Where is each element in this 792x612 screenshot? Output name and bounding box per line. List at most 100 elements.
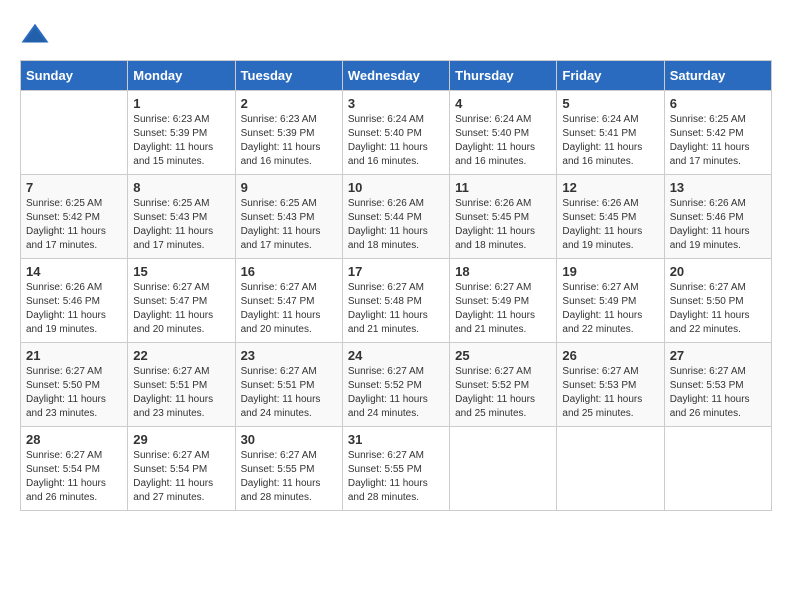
- calendar-cell: 28 Sunrise: 6:27 AMSunset: 5:54 PMDayligh…: [21, 427, 128, 511]
- calendar-cell: 15Sunrise: 6:27 AMSunset: 5:47 PMDayligh…: [128, 259, 235, 343]
- day-number: 21: [26, 348, 122, 363]
- day-detail: Sunrise: 6:26 AMSunset: 5:46 PMDaylight:…: [670, 197, 766, 253]
- day-detail: Sunrise: 6:26 AMSunset: 5:46 PMDaylight:…: [26, 281, 122, 337]
- calendar-table: SundayMondayTuesdayWednesdayThursdayFrid…: [20, 60, 772, 511]
- header-monday: Monday: [128, 61, 235, 91]
- day-number: 27: [670, 348, 766, 363]
- calendar-cell: 4 Sunrise: 6:24 AMSunset: 5:40 PMDaylight…: [450, 91, 557, 175]
- calendar-week-1: 1 Sunrise: 6:23 AMSunset: 5:39 PMDaylight…: [21, 91, 772, 175]
- day-number: 19: [562, 264, 658, 279]
- day-detail: Sunrise: 6:25 AMSunset: 5:43 PMDaylight:…: [241, 197, 337, 253]
- day-detail: Sunrise: 6:27 AMSunset: 5:53 PMDaylight:…: [562, 365, 658, 421]
- calendar-week-3: 14Sunrise: 6:26 AMSunset: 5:46 PMDayligh…: [21, 259, 772, 343]
- day-number: 26: [562, 348, 658, 363]
- day-number: 31: [348, 432, 444, 447]
- day-detail: Sunrise: 6:27 AMSunset: 5:50 PMDaylight:…: [26, 365, 122, 421]
- calendar-cell: 19 Sunrise: 6:27 AMSunset: 5:49 PMDayligh…: [557, 259, 664, 343]
- day-number: 30: [241, 432, 337, 447]
- day-detail: Sunrise: 6:26 AMSunset: 5:44 PMDaylight:…: [348, 197, 444, 253]
- calendar-cell: 9 Sunrise: 6:25 AMSunset: 5:43 PMDaylight…: [235, 175, 342, 259]
- day-number: 9: [241, 180, 337, 195]
- day-detail: Sunrise: 6:27 AMSunset: 5:52 PMDaylight:…: [348, 365, 444, 421]
- calendar-header-row: SundayMondayTuesdayWednesdayThursdayFrid…: [21, 61, 772, 91]
- day-detail: Sunrise: 6:27 AMSunset: 5:52 PMDaylight:…: [455, 365, 551, 421]
- calendar-cell: 13 Sunrise: 6:26 AMSunset: 5:46 PMDayligh…: [664, 175, 771, 259]
- header-thursday: Thursday: [450, 61, 557, 91]
- day-number: 24: [348, 348, 444, 363]
- day-detail: Sunrise: 6:27 AMSunset: 5:55 PMDaylight:…: [241, 449, 337, 505]
- day-detail: Sunrise: 6:26 AMSunset: 5:45 PMDaylight:…: [562, 197, 658, 253]
- page-header: [20, 20, 772, 50]
- day-number: 13: [670, 180, 766, 195]
- day-number: 6: [670, 96, 766, 111]
- day-detail: Sunrise: 6:27 AMSunset: 5:54 PMDaylight:…: [26, 449, 122, 505]
- day-number: 7: [26, 180, 122, 195]
- calendar-cell: 5Sunrise: 6:24 AMSunset: 5:41 PMDaylight…: [557, 91, 664, 175]
- day-number: 28: [26, 432, 122, 447]
- logo-icon: [20, 20, 50, 50]
- calendar-cell: 12 Sunrise: 6:26 AMSunset: 5:45 PMDayligh…: [557, 175, 664, 259]
- day-detail: Sunrise: 6:27 AMSunset: 5:50 PMDaylight:…: [670, 281, 766, 337]
- day-number: 8: [133, 180, 229, 195]
- calendar-cell: 27Sunrise: 6:27 AMSunset: 5:53 PMDayligh…: [664, 343, 771, 427]
- day-detail: Sunrise: 6:26 AMSunset: 5:45 PMDaylight:…: [455, 197, 551, 253]
- day-detail: Sunrise: 6:23 AMSunset: 5:39 PMDaylight:…: [133, 113, 229, 169]
- day-detail: Sunrise: 6:27 AMSunset: 5:47 PMDaylight:…: [133, 281, 229, 337]
- day-detail: Sunrise: 6:27 AMSunset: 5:48 PMDaylight:…: [348, 281, 444, 337]
- day-number: 11: [455, 180, 551, 195]
- calendar-cell: 22 Sunrise: 6:27 AMSunset: 5:51 PMDayligh…: [128, 343, 235, 427]
- day-detail: Sunrise: 6:23 AMSunset: 5:39 PMDaylight:…: [241, 113, 337, 169]
- header-tuesday: Tuesday: [235, 61, 342, 91]
- day-number: 29: [133, 432, 229, 447]
- calendar-cell: 6 Sunrise: 6:25 AMSunset: 5:42 PMDaylight…: [664, 91, 771, 175]
- day-detail: Sunrise: 6:25 AMSunset: 5:42 PMDaylight:…: [26, 197, 122, 253]
- calendar-cell: 3 Sunrise: 6:24 AMSunset: 5:40 PMDaylight…: [342, 91, 449, 175]
- calendar-week-5: 28 Sunrise: 6:27 AMSunset: 5:54 PMDayligh…: [21, 427, 772, 511]
- day-detail: Sunrise: 6:25 AMSunset: 5:43 PMDaylight:…: [133, 197, 229, 253]
- day-detail: Sunrise: 6:24 AMSunset: 5:41 PMDaylight:…: [562, 113, 658, 169]
- day-number: 23: [241, 348, 337, 363]
- calendar-cell: 21 Sunrise: 6:27 AMSunset: 5:50 PMDayligh…: [21, 343, 128, 427]
- calendar-cell: 17Sunrise: 6:27 AMSunset: 5:48 PMDayligh…: [342, 259, 449, 343]
- day-number: 10: [348, 180, 444, 195]
- day-number: 16: [241, 264, 337, 279]
- calendar-cell: [557, 427, 664, 511]
- calendar-cell: [664, 427, 771, 511]
- day-number: 12: [562, 180, 658, 195]
- day-detail: Sunrise: 6:27 AMSunset: 5:51 PMDaylight:…: [133, 365, 229, 421]
- day-number: 22: [133, 348, 229, 363]
- day-number: 25: [455, 348, 551, 363]
- logo: [20, 20, 54, 50]
- calendar-cell: 8 Sunrise: 6:25 AMSunset: 5:43 PMDaylight…: [128, 175, 235, 259]
- day-detail: Sunrise: 6:27 AMSunset: 5:54 PMDaylight:…: [133, 449, 229, 505]
- calendar-cell: 23 Sunrise: 6:27 AMSunset: 5:51 PMDayligh…: [235, 343, 342, 427]
- calendar-cell: 26 Sunrise: 6:27 AMSunset: 5:53 PMDayligh…: [557, 343, 664, 427]
- calendar-cell: 24 Sunrise: 6:27 AMSunset: 5:52 PMDayligh…: [342, 343, 449, 427]
- calendar-cell: 16 Sunrise: 6:27 AMSunset: 5:47 PMDayligh…: [235, 259, 342, 343]
- day-number: 2: [241, 96, 337, 111]
- day-detail: Sunrise: 6:27 AMSunset: 5:51 PMDaylight:…: [241, 365, 337, 421]
- calendar-cell: 29 Sunrise: 6:27 AMSunset: 5:54 PMDayligh…: [128, 427, 235, 511]
- calendar-week-4: 21 Sunrise: 6:27 AMSunset: 5:50 PMDayligh…: [21, 343, 772, 427]
- day-detail: Sunrise: 6:25 AMSunset: 5:42 PMDaylight:…: [670, 113, 766, 169]
- day-number: 3: [348, 96, 444, 111]
- calendar-cell: 11 Sunrise: 6:26 AMSunset: 5:45 PMDayligh…: [450, 175, 557, 259]
- day-detail: Sunrise: 6:27 AMSunset: 5:47 PMDaylight:…: [241, 281, 337, 337]
- day-number: 4: [455, 96, 551, 111]
- calendar-cell: 30 Sunrise: 6:27 AMSunset: 5:55 PMDayligh…: [235, 427, 342, 511]
- day-detail: Sunrise: 6:24 AMSunset: 5:40 PMDaylight:…: [348, 113, 444, 169]
- day-number: 1: [133, 96, 229, 111]
- day-number: 20: [670, 264, 766, 279]
- calendar-cell: [21, 91, 128, 175]
- calendar-cell: 18 Sunrise: 6:27 AMSunset: 5:49 PMDayligh…: [450, 259, 557, 343]
- calendar-cell: 25 Sunrise: 6:27 AMSunset: 5:52 PMDayligh…: [450, 343, 557, 427]
- header-sunday: Sunday: [21, 61, 128, 91]
- day-detail: Sunrise: 6:27 AMSunset: 5:49 PMDaylight:…: [455, 281, 551, 337]
- calendar-cell: [450, 427, 557, 511]
- calendar-week-2: 7 Sunrise: 6:25 AMSunset: 5:42 PMDaylight…: [21, 175, 772, 259]
- day-detail: Sunrise: 6:24 AMSunset: 5:40 PMDaylight:…: [455, 113, 551, 169]
- calendar-cell: 14Sunrise: 6:26 AMSunset: 5:46 PMDayligh…: [21, 259, 128, 343]
- calendar-cell: 10 Sunrise: 6:26 AMSunset: 5:44 PMDayligh…: [342, 175, 449, 259]
- day-number: 18: [455, 264, 551, 279]
- day-detail: Sunrise: 6:27 AMSunset: 5:49 PMDaylight:…: [562, 281, 658, 337]
